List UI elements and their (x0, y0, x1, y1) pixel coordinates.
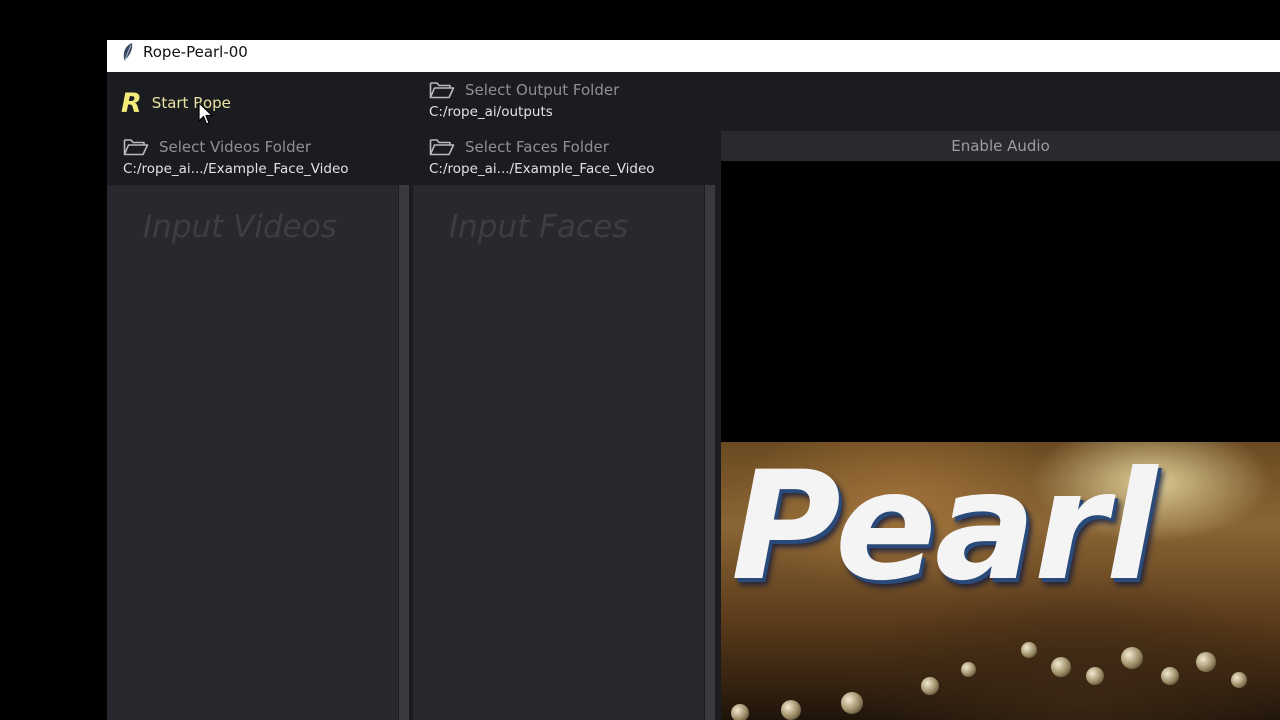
video-preview[interactable]: Pearl (721, 161, 1280, 720)
preview-image: Pearl (721, 442, 1280, 720)
pearl-bead (781, 700, 801, 720)
select-output-folder-label: Select Output Folder (465, 81, 620, 99)
videos-folder-path: C:/rope_ai.../Example_Face_Video (123, 161, 349, 177)
app-window: Rope-Pearl-00 R Start Rope Select Output… (107, 40, 1280, 720)
pearl-bead (731, 704, 749, 720)
pearl-bead (841, 692, 863, 714)
input-videos-title: Input Videos (143, 209, 337, 245)
input-faces-scrollbar[interactable] (705, 185, 715, 720)
input-videos-scrollbar[interactable] (399, 185, 409, 720)
title-bar: Rope-Pearl-00 (107, 40, 1280, 72)
select-output-folder-button[interactable]: Select Output Folder (429, 79, 619, 101)
output-folder-path: C:/rope_ai/outputs (429, 104, 553, 120)
select-faces-folder-label: Select Faces Folder (465, 138, 609, 156)
pearl-bead (961, 662, 976, 677)
pearl-bead (1121, 647, 1143, 669)
panel-divider (715, 129, 719, 720)
pearl-bead (1196, 652, 1216, 672)
folder-open-icon (429, 138, 455, 156)
input-faces-panel[interactable]: Input Faces (413, 185, 704, 720)
faces-folder-path: C:/rope_ai.../Example_Face_Video (429, 161, 655, 177)
pearl-bead (1161, 667, 1179, 685)
folder-open-icon (429, 81, 455, 99)
feather-icon (121, 42, 135, 67)
enable-audio-button[interactable]: Enable Audio (721, 131, 1280, 161)
pearl-bead (1086, 667, 1104, 685)
select-videos-folder-label: Select Videos Folder (159, 138, 312, 156)
pearl-bead (1231, 672, 1247, 688)
select-faces-folder-button[interactable]: Select Faces Folder (429, 136, 609, 158)
start-rope-label: Start Rope (151, 94, 231, 112)
input-videos-panel[interactable]: Input Videos (107, 185, 398, 720)
pearl-logo-text: Pearl (731, 442, 1157, 614)
start-rope-button[interactable]: R Start Rope (121, 85, 321, 121)
pearl-bead (1021, 642, 1037, 658)
rope-logo-icon: R (121, 87, 142, 119)
pearl-bead (921, 677, 939, 695)
input-faces-title: Input Faces (449, 209, 629, 245)
pearl-bead (1051, 657, 1071, 677)
window-title: Rope-Pearl-00 (143, 43, 248, 61)
folder-open-icon (123, 138, 149, 156)
select-videos-folder-button[interactable]: Select Videos Folder (123, 136, 311, 158)
